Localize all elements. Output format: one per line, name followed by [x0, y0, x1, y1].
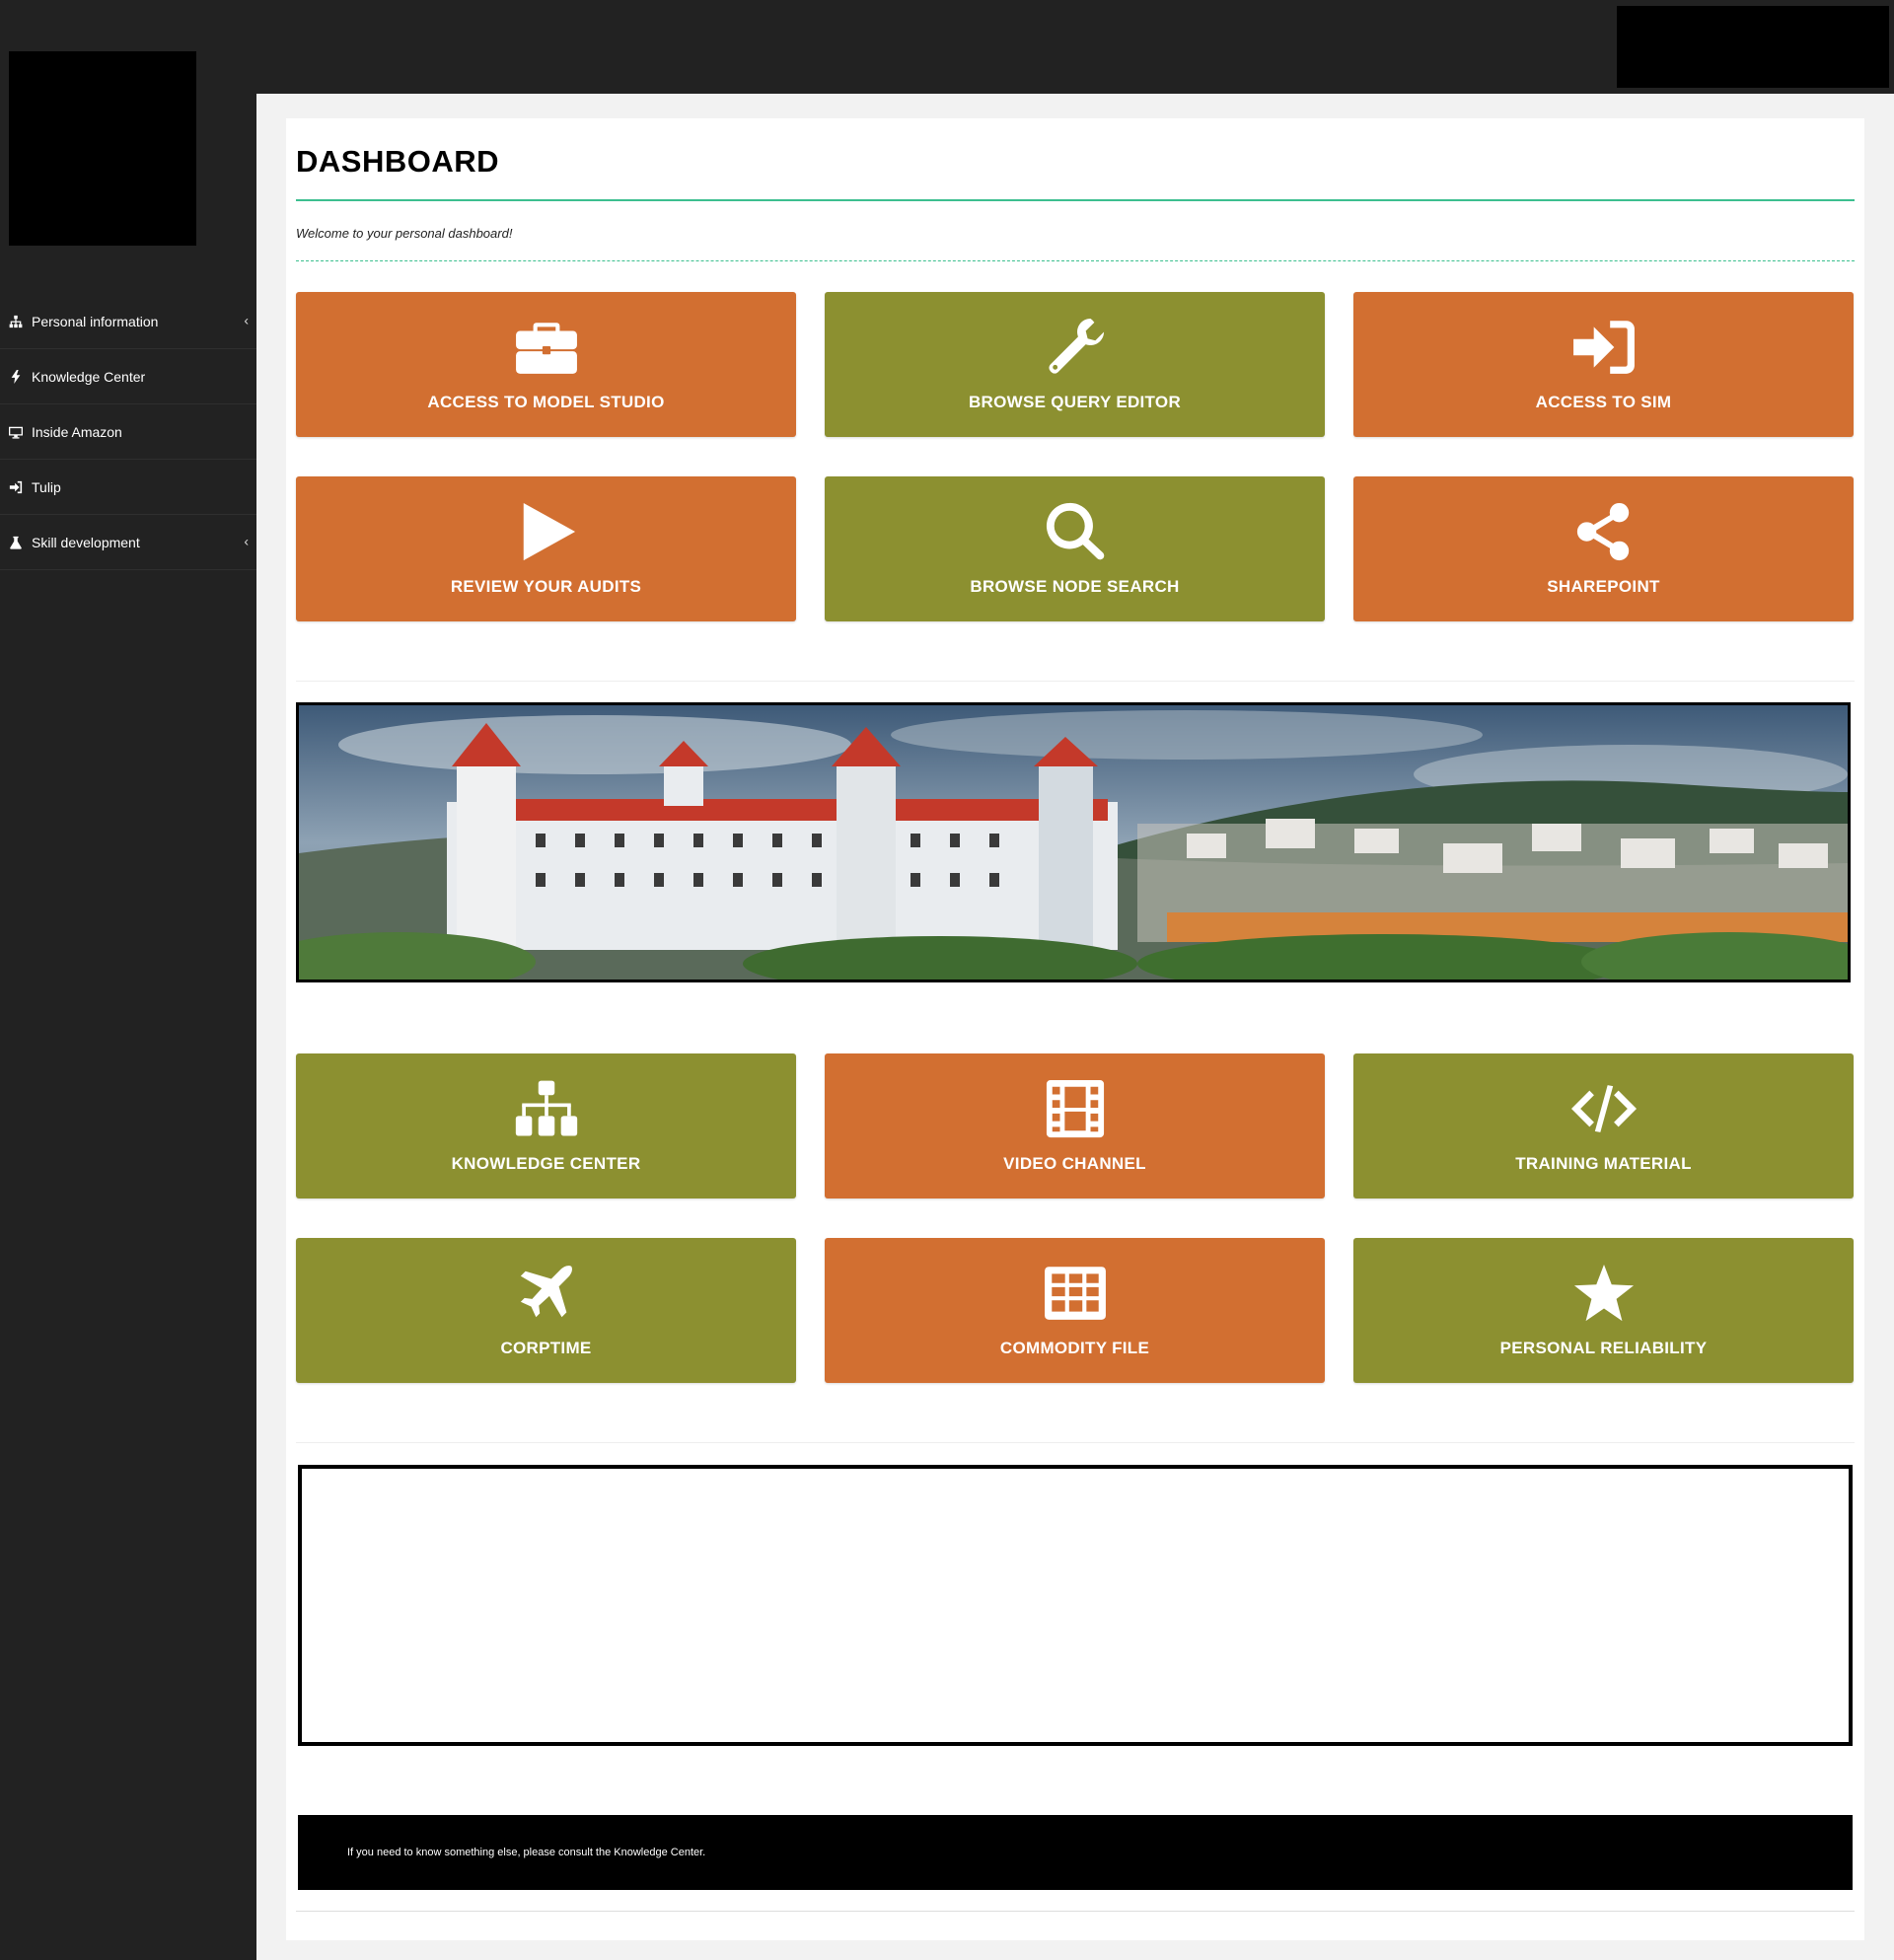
briefcase-icon — [515, 323, 577, 374]
sitemap-icon — [515, 1080, 577, 1136]
tile-personal-reliability[interactable]: PERSONAL RELIABILITY — [1353, 1238, 1854, 1383]
user-area-redacted — [1617, 6, 1889, 88]
logo — [9, 51, 196, 246]
tile-commodity-file[interactable]: COMMODITY FILE — [825, 1238, 1325, 1383]
search-icon — [1046, 502, 1104, 560]
tile-label: PERSONAL RELIABILITY — [1499, 1339, 1708, 1357]
tile-access-to-sim[interactable]: ACCESS TO SIM — [1353, 292, 1854, 437]
chevron-left-icon: ‹ — [244, 532, 249, 548]
tile-label: BROWSE NODE SEARCH — [970, 577, 1180, 596]
footer-text: If you need to know something else, plea… — [347, 1847, 706, 1858]
film-icon — [1046, 1079, 1104, 1138]
sign-in-icon — [1572, 321, 1635, 374]
bolt-icon — [11, 369, 21, 384]
sidebar-item-label: Inside Amazon — [32, 423, 122, 440]
tile-label: KNOWLEDGE CENTER — [451, 1154, 641, 1173]
tile-knowledge-center[interactable]: KNOWLEDGE CENTER — [296, 1053, 796, 1198]
tile-label: VIDEO CHANNEL — [1003, 1154, 1146, 1173]
tile-label: SHAREPOINT — [1547, 577, 1660, 596]
sidebar-item-personal-information[interactable]: Personal information ‹ — [0, 294, 256, 349]
sidebar-item-tulip[interactable]: Tulip — [0, 460, 256, 515]
tile-browse-node-search[interactable]: BROWSE NODE SEARCH — [825, 476, 1325, 621]
sitemap-icon — [9, 315, 23, 327]
sidebar-item-label: Tulip — [32, 478, 61, 495]
tile-access-to-model-studio[interactable]: ACCESS TO MODEL STUDIO — [296, 292, 796, 437]
tile-browse-query-editor[interactable]: BROWSE QUERY EDITOR — [825, 292, 1325, 437]
sign-in-icon — [9, 480, 23, 493]
code-icon — [1570, 1085, 1637, 1132]
sidebar-item-skill-development[interactable]: Skill development ‹ — [0, 515, 256, 570]
tile-corptime[interactable]: CORPTIME — [296, 1238, 796, 1383]
section-divider — [296, 1442, 1855, 1443]
tile-video-channel[interactable]: VIDEO CHANNEL — [825, 1053, 1325, 1198]
plane-icon — [520, 1266, 572, 1318]
star-icon — [1573, 1264, 1634, 1322]
tile-label: ACCESS TO MODEL STUDIO — [427, 393, 665, 411]
page-title: DASHBOARD — [296, 144, 499, 179]
sidebar-nav: Personal information ‹ Knowledge Center … — [0, 294, 256, 570]
tile-label: REVIEW YOUR AUDITS — [450, 577, 642, 596]
tile-label: TRAINING MATERIAL — [1515, 1154, 1692, 1173]
sidebar-item-label: Personal information — [32, 313, 159, 329]
tile-label: COMMODITY FILE — [999, 1339, 1150, 1357]
footer-notice: If you need to know something else, plea… — [298, 1815, 1853, 1890]
top-bar — [0, 0, 1894, 94]
wrench-icon — [1048, 318, 1104, 374]
welcome-text: Welcome to your personal dashboard! — [296, 226, 513, 241]
embedded-frame[interactable] — [298, 1465, 1853, 1746]
tile-review-your-audits[interactable]: REVIEW YOUR AUDITS — [296, 476, 796, 621]
sidebar: Personal information ‹ Knowledge Center … — [0, 0, 256, 1960]
title-underline — [296, 199, 1855, 201]
sidebar-item-inside-amazon[interactable]: Inside Amazon — [0, 404, 256, 460]
dashboard-panel: DASHBOARD Welcome to your personal dashb… — [286, 118, 1864, 1940]
desktop-icon — [9, 426, 23, 439]
tile-label: CORPTIME — [500, 1339, 592, 1357]
play-icon — [523, 502, 575, 561]
bottom-divider — [296, 1911, 1855, 1912]
sidebar-item-knowledge-center[interactable]: Knowledge Center — [0, 349, 256, 404]
chevron-left-icon: ‹ — [244, 311, 249, 327]
tile-sharepoint[interactable]: SHAREPOINT — [1353, 476, 1854, 621]
castle-banner-image — [296, 702, 1851, 982]
dashed-divider — [296, 260, 1855, 261]
tile-label: BROWSE QUERY EDITOR — [968, 393, 1182, 411]
sidebar-item-label: Knowledge Center — [32, 368, 146, 385]
section-divider — [296, 681, 1855, 682]
tile-training-material[interactable]: TRAINING MATERIAL — [1353, 1053, 1854, 1198]
tile-label: ACCESS TO SIM — [1535, 393, 1672, 411]
table-icon — [1044, 1267, 1106, 1320]
share-icon — [1576, 502, 1629, 561]
sidebar-item-label: Skill development — [32, 534, 140, 550]
flask-icon — [10, 536, 22, 549]
